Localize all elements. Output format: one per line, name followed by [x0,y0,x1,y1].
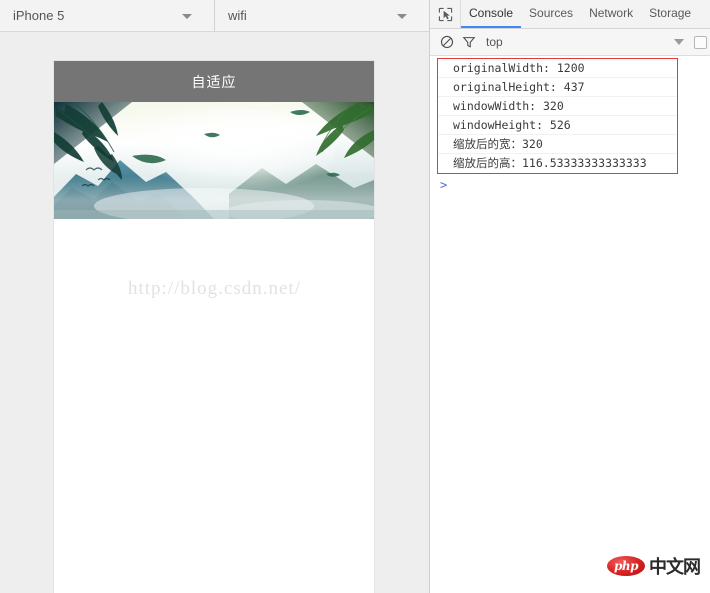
php-logo-icon: php [607,556,645,576]
tab-network-label: Network [589,6,633,20]
page-header-bar: 自适应 [54,61,374,102]
console-message-list: originalWidth: 1200 originalHeight: 437 … [437,58,678,174]
inspect-element-icon [438,7,453,22]
chevron-down-icon [397,14,407,19]
console-row: 缩放后的高：116.53333333333333 [438,154,677,173]
site-badge-label: 中文网 [649,553,700,579]
console-output-area[interactable]: originalWidth: 1200 originalHeight: 437 … [430,56,710,593]
clear-console-icon [440,35,454,49]
device-toolbar: iPhone 5 wifi [0,0,429,32]
filter-funnel-icon [462,35,476,49]
devtools-window: iPhone 5 wifi 自适应 [0,0,710,593]
chevron-down-icon [182,14,192,19]
landscape-illustration-icon [54,102,374,219]
tab-sources-label: Sources [529,6,573,20]
inspect-element-button[interactable] [430,0,461,28]
emulated-page-frame[interactable]: 自适应 [54,61,374,593]
tab-storage[interactable]: Storage [641,0,699,28]
site-badge: php 中文网 [607,553,700,579]
console-row: 缩放后的宽：320 [438,135,677,154]
devtools-tabbar: Console Sources Network Storage [430,0,710,29]
chevron-down-icon[interactable] [674,39,684,45]
network-throttle-select[interactable]: wifi [215,0,429,31]
clear-console-button[interactable] [436,35,458,49]
console-row: windowHeight: 526 [438,116,677,135]
tab-console[interactable]: Console [461,0,521,28]
device-select-label: iPhone 5 [13,8,64,23]
page-title: 自适应 [192,72,237,92]
filter-button[interactable] [458,35,480,49]
console-row: originalHeight: 437 [438,78,677,97]
tab-network[interactable]: Network [581,0,641,28]
console-filter-bar: top [430,29,710,56]
execution-context-label[interactable]: top [486,35,503,49]
device-emulation-pane: iPhone 5 wifi 自适应 [0,0,430,593]
watermark-text: http://blog.csdn.net/ [128,278,301,300]
device-select[interactable]: iPhone 5 [0,0,215,31]
console-row: windowWidth: 320 [438,97,677,116]
devtools-panel: Console Sources Network Storage [430,0,710,593]
viewport-canvas: 自适应 [0,32,429,593]
tab-storage-label: Storage [649,6,691,20]
console-input-prompt[interactable]: > [440,178,447,192]
preserve-log-checkbox[interactable] [694,36,707,49]
banner-image [54,102,374,219]
console-row: originalWidth: 1200 [438,59,677,78]
tab-console-label: Console [469,6,513,20]
tab-sources[interactable]: Sources [521,0,581,28]
network-select-label: wifi [228,8,247,23]
